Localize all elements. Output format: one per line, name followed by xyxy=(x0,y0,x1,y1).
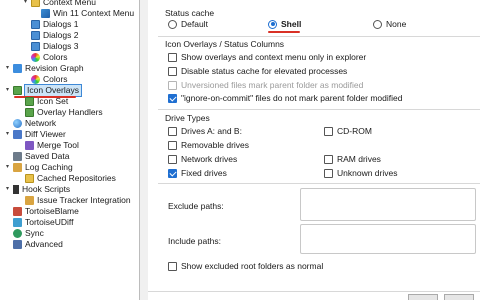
tree-item-context-menu[interactable]: ▾ Context Menu xyxy=(22,0,96,8)
checkbox[interactable] xyxy=(168,93,177,103)
tree-item-revision-graph-colors[interactable]: Colors xyxy=(31,74,68,85)
include-paths-label: Include paths: xyxy=(168,236,221,246)
exclude-paths-input[interactable] xyxy=(300,188,476,221)
tree-item-tortoiseudiff[interactable]: TortoiseUDiff xyxy=(13,217,74,228)
collapse-arrow-icon[interactable]: ▾ xyxy=(4,87,11,94)
checkbox[interactable] xyxy=(324,168,333,178)
dialog-icon xyxy=(31,31,40,40)
collapse-arrow-icon[interactable]: ▾ xyxy=(22,0,29,6)
show-excluded-root-checkbox[interactable]: Show excluded root folders as normal xyxy=(168,260,323,272)
advanced-icon xyxy=(13,240,22,249)
fixed-drives-checkbox[interactable]: Fixed drives xyxy=(168,167,227,179)
tree-item-merge-tool[interactable]: Merge Tool xyxy=(25,140,79,151)
drive-types-title: Drive Types xyxy=(165,113,210,123)
dialog-button[interactable] xyxy=(444,294,474,300)
tree-item-icon-overlays[interactable]: ▾ Icon Overlays xyxy=(4,84,82,97)
overlay-handlers-icon xyxy=(25,108,34,117)
tree-item-issue-tracker-integration[interactable]: Issue Tracker Integration xyxy=(25,195,131,206)
checkbox[interactable] xyxy=(168,126,177,136)
ignore-on-commit-checkbox[interactable]: "ignore-on-commit" files do not mark par… xyxy=(168,92,402,104)
status-cache-title: Status cache xyxy=(165,8,215,18)
log-caching-icon xyxy=(13,163,22,172)
tree-item-advanced[interactable]: Advanced xyxy=(13,239,63,250)
icon-overlays-settings-page: Status cache Default Shell None Icon Ove… xyxy=(148,0,480,300)
checkbox[interactable] xyxy=(324,154,333,164)
exclude-paths-label: Exclude paths: xyxy=(168,201,224,211)
network-icon xyxy=(13,119,22,128)
unversioned-mark-parent-checkbox[interactable]: Unversioned files mark parent folder as … xyxy=(168,79,363,91)
radio-button[interactable] xyxy=(373,19,382,29)
checkbox[interactable] xyxy=(168,168,177,178)
radio-shell[interactable]: Shell xyxy=(268,18,301,30)
collapse-arrow-icon[interactable]: ▾ xyxy=(4,186,11,193)
checkbox[interactable] xyxy=(168,154,177,164)
tree-item-hook-scripts[interactable]: ▾ Hook Scripts xyxy=(4,184,70,195)
removable-drives-checkbox[interactable]: Removable drives xyxy=(168,139,249,151)
merge-tool-icon xyxy=(25,141,34,150)
tree-item-overlay-handlers[interactable]: Overlay Handlers xyxy=(25,107,103,118)
checkbox[interactable] xyxy=(168,140,177,150)
drives-a-b-checkbox[interactable]: Drives A: and B: xyxy=(168,125,242,137)
sync-icon xyxy=(13,229,22,238)
tree-item-saved-data[interactable]: Saved Data xyxy=(13,151,69,162)
saved-data-icon xyxy=(13,152,22,161)
tree-item-colors[interactable]: Colors xyxy=(31,52,68,63)
revision-graph-icon xyxy=(13,64,22,73)
radio-button[interactable] xyxy=(268,19,277,29)
issue-tracker-icon xyxy=(25,196,34,205)
tree-item-cached-repositories[interactable]: Cached Repositories xyxy=(25,173,116,184)
show-overlays-only-in-explorer-checkbox[interactable]: Show overlays and context menu only in e… xyxy=(168,51,366,63)
tree-item-sync[interactable]: Sync xyxy=(13,228,44,239)
unknown-drives-checkbox[interactable]: Unknown drives xyxy=(324,167,397,179)
checkbox[interactable] xyxy=(168,52,177,62)
collapse-arrow-icon[interactable]: ▾ xyxy=(4,131,11,138)
folder-icon xyxy=(31,0,40,7)
radio-button[interactable] xyxy=(168,19,177,29)
divider xyxy=(158,183,480,184)
tree-item-network[interactable]: Network xyxy=(13,118,56,129)
annotation-underline xyxy=(268,31,300,33)
checkbox[interactable] xyxy=(168,66,177,76)
dialog-icon xyxy=(31,42,40,51)
dialog-icon xyxy=(31,20,40,29)
divider xyxy=(148,291,480,292)
tree-item-win11-context-menu[interactable]: Win 11 Context Menu xyxy=(41,8,134,19)
ram-drives-checkbox[interactable]: RAM drives xyxy=(324,153,381,165)
tree-item-icon-set[interactable]: Icon Set xyxy=(25,96,68,107)
include-paths-input[interactable] xyxy=(300,224,476,254)
hook-scripts-icon xyxy=(13,185,19,194)
tree-item-diff-viewer[interactable]: ▾ Diff Viewer xyxy=(4,129,66,140)
settings-tree[interactable]: ▾ Context Menu Win 11 Context Menu Dialo… xyxy=(0,0,140,300)
folder-icon xyxy=(25,174,34,183)
icon-overlays-icon xyxy=(13,86,22,95)
windows-icon xyxy=(41,9,50,18)
network-drives-checkbox[interactable]: Network drives xyxy=(168,153,237,165)
tortoiseudiff-icon xyxy=(13,218,22,227)
color-palette-icon xyxy=(31,75,40,84)
cd-rom-checkbox[interactable]: CD-ROM xyxy=(324,125,372,137)
radio-none[interactable]: None xyxy=(373,18,406,30)
diff-viewer-icon xyxy=(13,130,22,139)
overlays-group-title: Icon Overlays / Status Columns xyxy=(165,39,285,49)
checkbox[interactable] xyxy=(168,80,177,90)
divider xyxy=(158,109,480,110)
tortoiseblame-icon xyxy=(13,207,22,216)
tree-item-tortoiseblame[interactable]: TortoiseBlame xyxy=(13,206,79,217)
tree-item-dialogs-3[interactable]: Dialogs 3 xyxy=(31,41,78,52)
tree-item-dialogs-2[interactable]: Dialogs 2 xyxy=(31,30,78,41)
tree-item-log-caching[interactable]: ▾ Log Caching xyxy=(4,162,73,173)
checkbox[interactable] xyxy=(324,126,333,136)
color-palette-icon xyxy=(31,53,40,62)
divider xyxy=(158,36,480,37)
tree-item-revision-graph[interactable]: ▾ Revision Graph xyxy=(4,63,84,74)
collapse-arrow-icon[interactable]: ▾ xyxy=(4,164,11,171)
disable-status-cache-elevated-checkbox[interactable]: Disable status cache for elevated proces… xyxy=(168,65,347,77)
tree-item-dialogs-1[interactable]: Dialogs 1 xyxy=(31,19,78,30)
dialog-button[interactable] xyxy=(408,294,438,300)
radio-default[interactable]: Default xyxy=(168,18,208,30)
collapse-arrow-icon[interactable]: ▾ xyxy=(4,65,11,72)
icon-set-icon xyxy=(25,97,34,106)
checkbox[interactable] xyxy=(168,261,177,271)
